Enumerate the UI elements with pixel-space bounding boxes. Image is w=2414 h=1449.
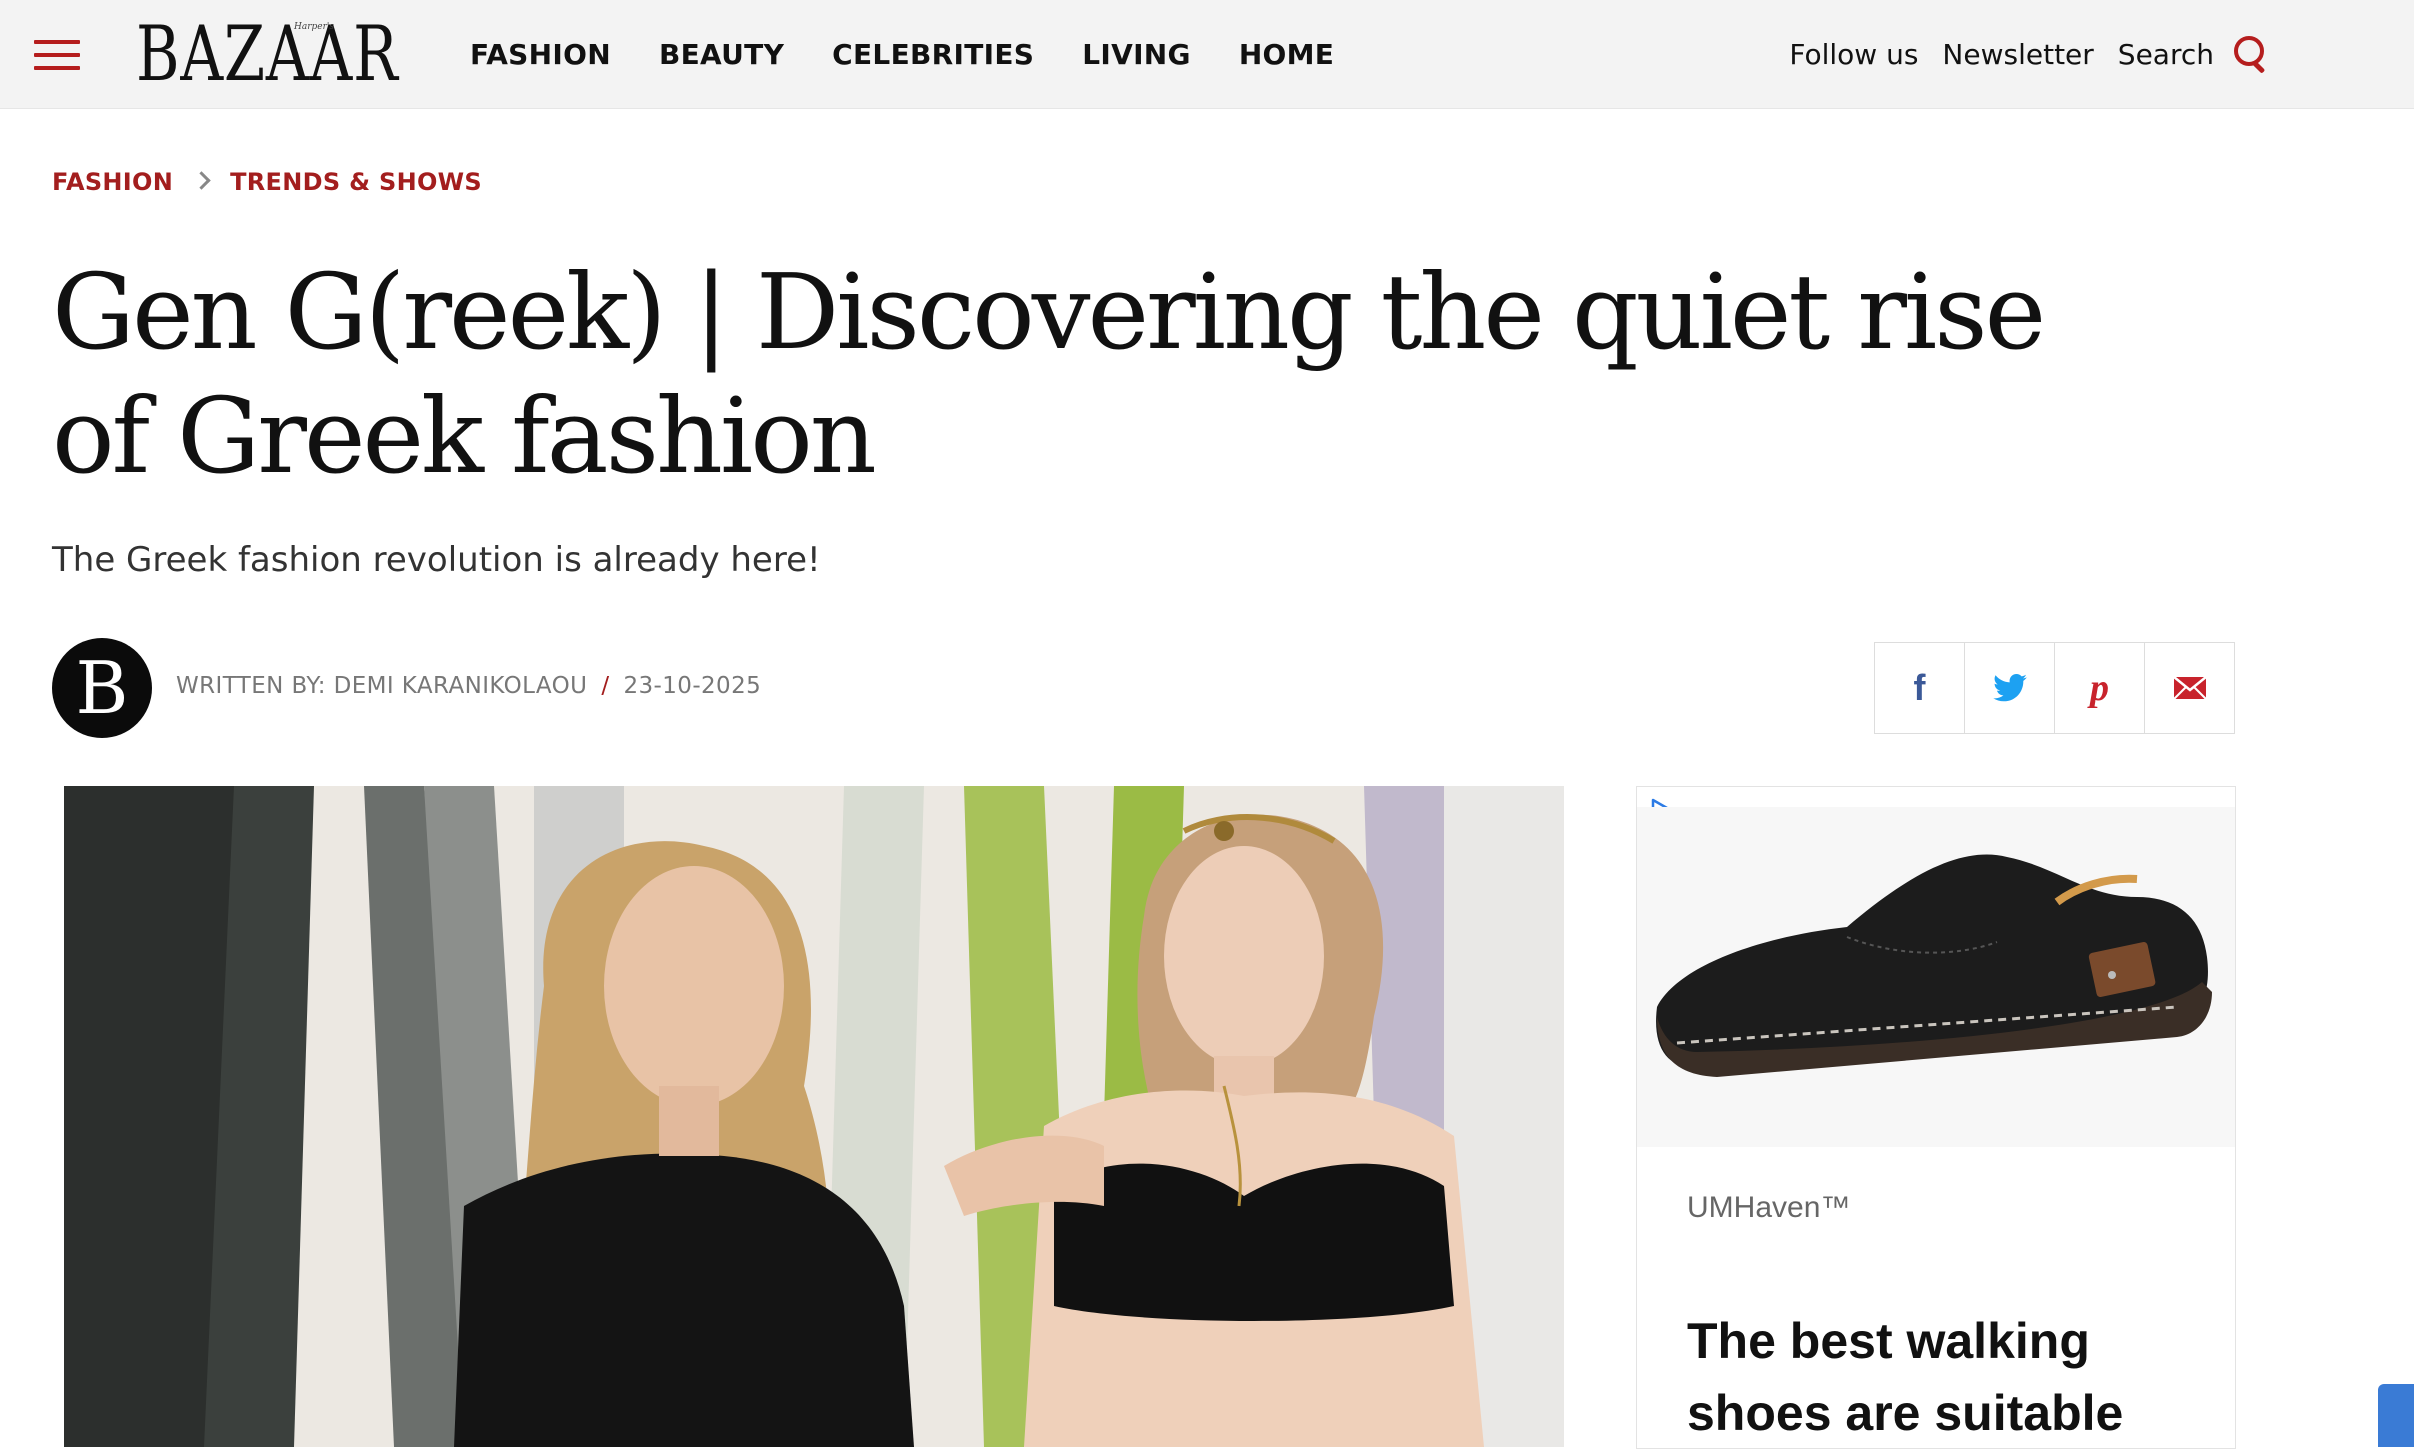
breadcrumb: FASHION TRENDS & SHOWS	[52, 168, 482, 196]
share-twitter-button[interactable]	[1965, 643, 2055, 733]
search-icon[interactable]	[2232, 36, 2268, 74]
pinterest-icon: p	[2090, 667, 2109, 709]
email-icon	[2172, 676, 2207, 700]
author-name[interactable]: WRITTEN BY: DEMI KARANIKOLAOU	[176, 673, 587, 699]
breadcrumb-fashion[interactable]: FASHION	[52, 168, 173, 196]
twitter-icon	[1992, 674, 2027, 702]
share-email-button[interactable]	[2145, 643, 2234, 733]
harpers-logo-mark: Harper's	[294, 22, 334, 32]
nav-celebrities[interactable]: CELEBRITIES	[832, 38, 1034, 71]
share-facebook-button[interactable]: f	[1875, 643, 1965, 733]
nav-living[interactable]: LIVING	[1082, 38, 1191, 71]
author-avatar: B	[52, 638, 152, 738]
hero-photo-illustration	[64, 786, 1564, 1447]
article-title: Gen G(reek) | Discovering the quiet rise…	[52, 251, 2046, 497]
ad-headline[interactable]: The best walking shoes are suitable	[1687, 1305, 2207, 1448]
nav-beauty[interactable]: BEAUTY	[659, 38, 784, 71]
hamburger-menu-icon[interactable]	[34, 40, 80, 70]
byline: WRITTEN BY: DEMI KARANIKOLAOU / 23-10-2025	[176, 673, 761, 699]
nav-home[interactable]: HOME	[1239, 38, 1334, 71]
share-pinterest-button[interactable]: p	[2055, 643, 2145, 733]
site-header: BAZAAR Harper's FASHION BEAUTY CELEBRITI…	[0, 0, 2414, 109]
ad-brand-name[interactable]: UMHaven™	[1687, 1191, 1850, 1225]
hero-image[interactable]	[64, 786, 1564, 1447]
advertisement[interactable]: UMHaven™ The best walking shoes are suit…	[1636, 786, 2236, 1449]
byline-divider: /	[601, 673, 610, 699]
main-nav: FASHION BEAUTY CELEBRITIES LIVING HOME	[470, 38, 1382, 71]
breadcrumb-trends-shows[interactable]: TRENDS & SHOWS	[230, 168, 482, 196]
bazaar-logo[interactable]: BAZAAR	[136, 12, 399, 96]
chat-widget-tab[interactable]	[2378, 1384, 2414, 1447]
publish-date: 23-10-2025	[623, 673, 762, 699]
article-subtitle: The Greek fashion revolution is already …	[52, 540, 821, 580]
search-link[interactable]: Search	[2118, 38, 2214, 71]
share-bar: f p	[1874, 642, 2235, 734]
facebook-icon: f	[1913, 667, 1926, 708]
ad-product-image[interactable]	[1637, 807, 2235, 1167]
follow-us-link[interactable]: Follow us	[1789, 38, 1918, 71]
newsletter-link[interactable]: Newsletter	[1942, 38, 2093, 71]
chevron-right-icon	[192, 170, 211, 190]
nav-fashion[interactable]: FASHION	[470, 38, 611, 71]
header-actions: Follow us Newsletter Search	[1765, 36, 2268, 74]
